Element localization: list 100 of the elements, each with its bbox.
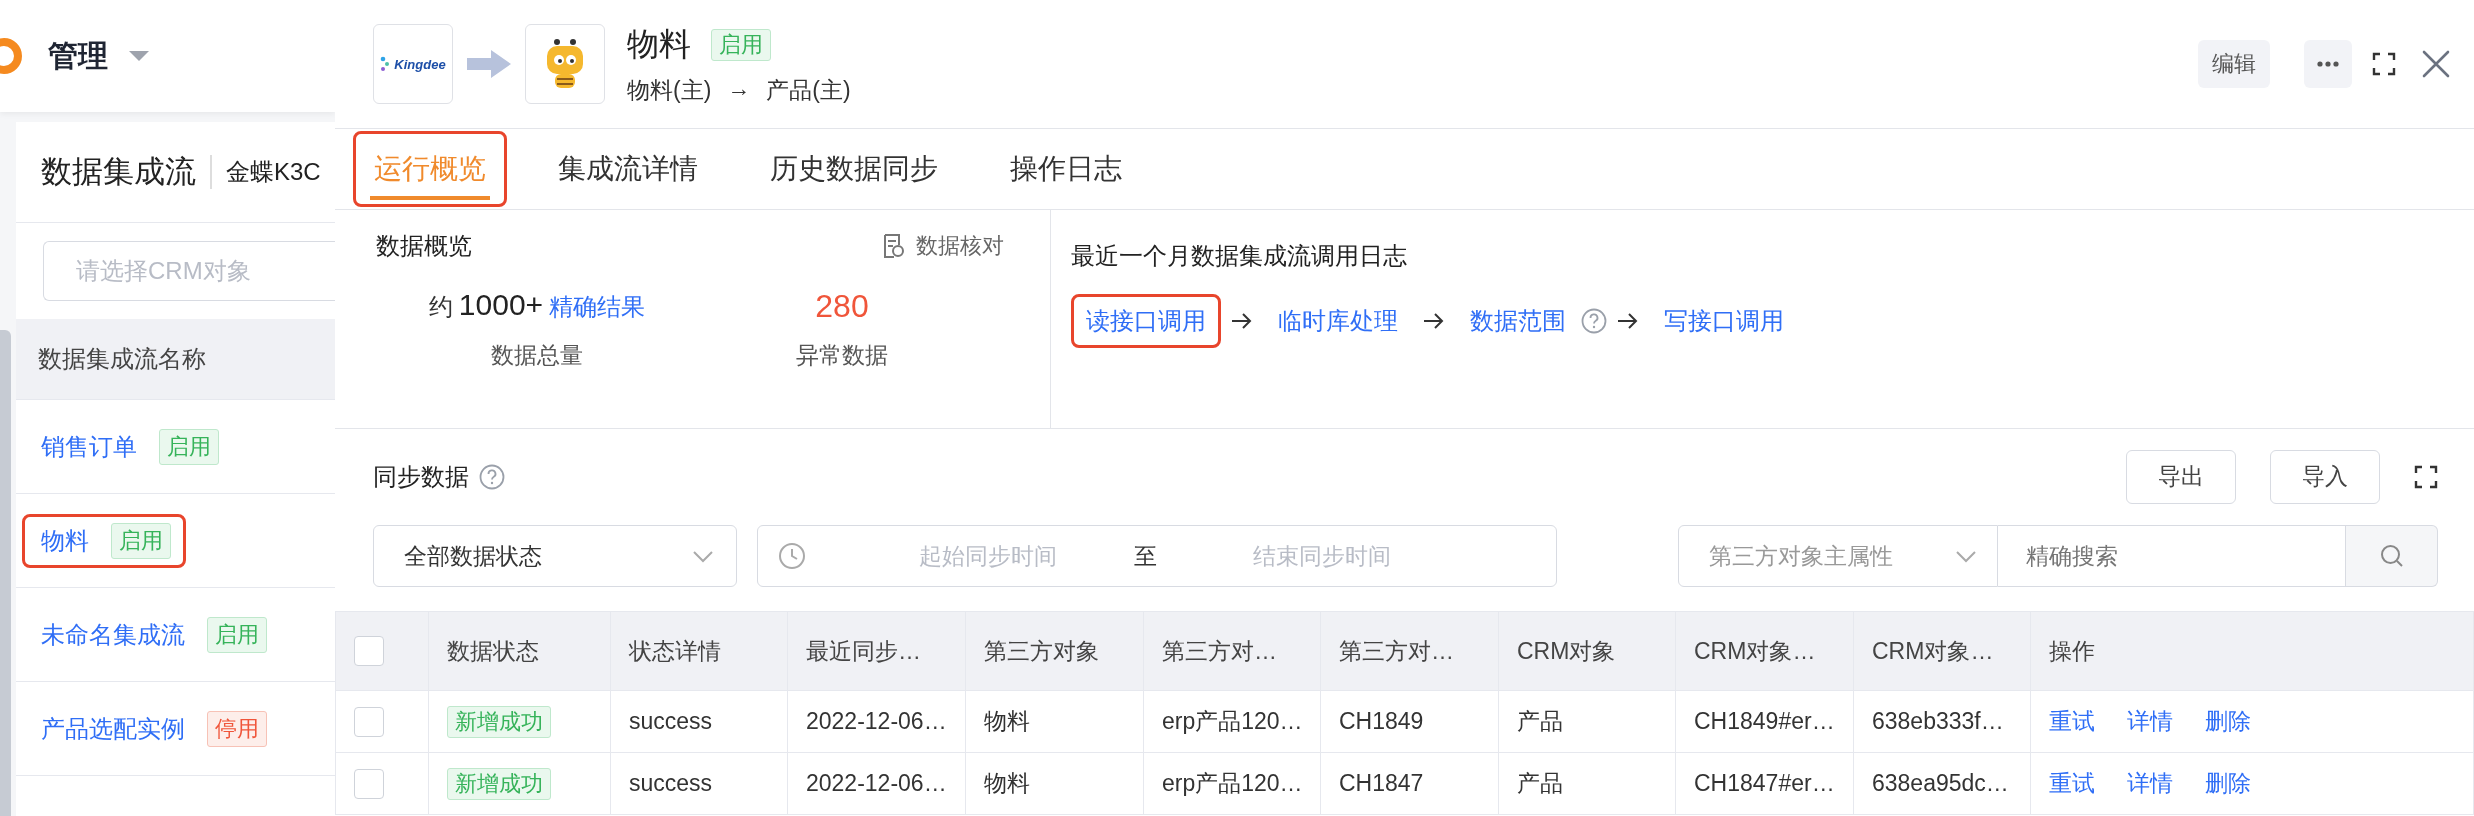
column-header: 数据状态 (428, 611, 611, 691)
error-count: 280 (815, 288, 869, 325)
column-header: CRM对象… (1675, 611, 1854, 691)
chevron-down-icon (1955, 549, 1977, 563)
logo-text: Kingdee (394, 56, 446, 72)
flow-list-item[interactable]: 物料 启用 (22, 513, 186, 568)
mapping-arrow: → (727, 74, 751, 103)
flow-list-item[interactable]: 产品选配实例 停用 (22, 701, 282, 756)
flow-name[interactable]: 销售订单 (41, 430, 137, 463)
action-link[interactable]: 删除 (2205, 706, 2251, 737)
table-cell: 物料 (965, 690, 1144, 753)
status-tag: 启用 (207, 616, 267, 653)
log-step-link[interactable]: 写接口调用 (1649, 294, 1799, 348)
table-cell: 产品 (1498, 752, 1676, 815)
table-cell: CH1849 (1320, 690, 1499, 753)
column-header: 第三方对象 (965, 611, 1144, 691)
action-link[interactable]: 重试 (2049, 768, 2095, 799)
more-icon (2317, 61, 2339, 67)
table-cell: 产品 (1498, 690, 1676, 753)
stat-label: 异常数据 (796, 341, 888, 370)
section-title: 数据概览 (376, 231, 472, 261)
section-title: 同步数据 (373, 461, 469, 492)
status-tag: 停用 (207, 710, 267, 747)
table-cell: 物料 (965, 752, 1144, 815)
export-button[interactable]: 导出 (2126, 449, 2236, 504)
arrow-right-icon (1617, 312, 1639, 330)
log-step-link[interactable]: 数据范围 (1455, 294, 1581, 348)
app-title: 管理 (48, 37, 108, 74)
search-field[interactable]: 精确搜索 (1998, 525, 2346, 587)
exact-result-link[interactable]: 精确结果 (549, 291, 646, 323)
source-object: 物料(主) (627, 75, 712, 105)
edit-button[interactable]: 编辑 (2198, 40, 2270, 88)
status-tag: 启用 (111, 522, 171, 559)
flow-name[interactable]: 未命名集成流 (41, 618, 185, 651)
chevron-down-icon (692, 549, 714, 563)
status-tag: 新增成功 (447, 767, 551, 800)
select-all-checkbox[interactable] (354, 636, 384, 666)
table-cell: CH1847 (1320, 752, 1499, 815)
status-tag: 新增成功 (447, 705, 551, 738)
table-cell: 2022-12-06… (787, 752, 966, 815)
table-cell: success (610, 690, 788, 753)
date-range-field[interactable]: 起始同步时间 至 结束同步时间 (757, 525, 1557, 587)
table-cell: 638ea95dc… (1853, 752, 2031, 815)
attribute-dropdown[interactable]: 第三方对象主属性 (1678, 525, 1998, 587)
tab[interactable]: 集成流详情 (537, 131, 719, 207)
search-field[interactable]: 请选择CRM对象 (43, 241, 335, 301)
action-link[interactable]: 详情 (2127, 768, 2173, 799)
log-step-link[interactable]: 临时库处理 (1263, 294, 1413, 348)
table-cell: 638eb333f… (1853, 690, 2031, 753)
column-header: 数据集成流名称 (16, 319, 335, 400)
column-header: CRM对象… (1853, 611, 2031, 691)
status-tag: 启用 (711, 28, 771, 61)
tab[interactable]: 操作日志 (989, 131, 1143, 207)
dots-icon (380, 56, 391, 72)
document-check-icon[interactable] (882, 234, 904, 258)
data-check-link[interactable]: 数据核对 (916, 231, 1004, 261)
column-header: 第三方对… (1143, 611, 1321, 691)
start-time-input[interactable]: 起始同步时间 (866, 541, 1110, 571)
close-icon[interactable] (2422, 50, 2450, 78)
arrow-right-icon (1423, 312, 1445, 330)
range-separator: 至 (1132, 541, 1158, 571)
help-icon[interactable] (479, 463, 505, 490)
column-header: 最近同步… (787, 611, 966, 691)
panel-title: 数据集成流 (41, 153, 196, 191)
help-icon[interactable] (1581, 308, 1607, 334)
more-button[interactable] (2304, 40, 2352, 88)
end-time-input[interactable]: 结束同步时间 (1200, 541, 1444, 571)
column-header: 状态详情 (610, 611, 788, 691)
action-link[interactable]: 重试 (2049, 706, 2095, 737)
caret-down-icon[interactable] (128, 49, 150, 63)
scrollbar[interactable] (0, 330, 11, 816)
flow-name[interactable]: 物料 (41, 524, 89, 557)
log-step-link[interactable]: 读接口调用 (1071, 294, 1221, 348)
row-checkbox[interactable] (354, 706, 384, 737)
source-system-label: 金蝶K3C (226, 157, 321, 187)
stat-label: 数据总量 (491, 341, 583, 370)
row-checkbox[interactable] (354, 768, 384, 799)
import-button[interactable]: 导入 (2270, 449, 2380, 504)
table-cell: CH1849#er… (1675, 690, 1854, 753)
total-count: 1000+ (458, 288, 544, 322)
action-link[interactable]: 删除 (2205, 768, 2251, 799)
action-link[interactable]: 详情 (2127, 706, 2173, 737)
tab[interactable]: 运行概览 (353, 131, 507, 207)
flow-list-item[interactable]: 未命名集成流 启用 (22, 607, 282, 662)
tab[interactable]: 历史数据同步 (749, 131, 959, 207)
fullscreen-icon[interactable] (2372, 52, 2396, 76)
table-cell: success (610, 752, 788, 815)
table-cell: CH1847#er… (1675, 752, 1854, 815)
fullscreen-icon[interactable] (2414, 464, 2438, 489)
flow-list-item[interactable]: 销售订单 启用 (22, 419, 234, 474)
search-icon (2379, 544, 2404, 568)
flow-name[interactable]: 产品选配实例 (41, 712, 185, 745)
status-filter-dropdown[interactable]: 全部数据状态 (373, 525, 737, 587)
search-button[interactable] (2346, 525, 2438, 587)
section-title: 最近一个月数据集成流调用日志 (1071, 241, 1408, 271)
flow-title: 物料 (627, 24, 691, 64)
target-object: 产品(主) (766, 75, 851, 105)
clock-icon (778, 542, 806, 570)
column-header: CRM对象 (1498, 611, 1676, 691)
status-tag: 启用 (159, 428, 219, 465)
